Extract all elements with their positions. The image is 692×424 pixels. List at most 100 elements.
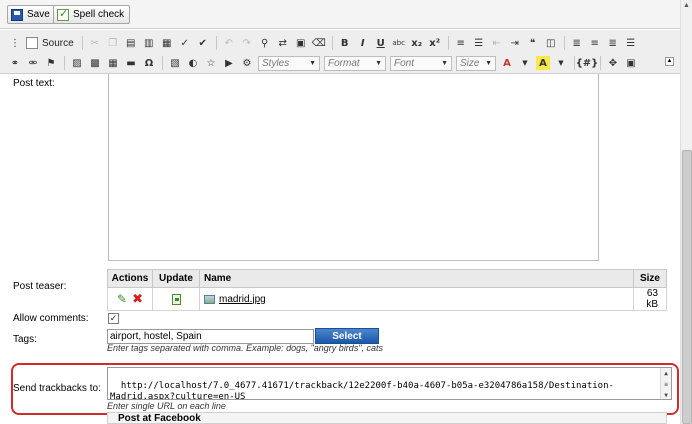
spellcheck-toolbar-icon[interactable]: ✓	[178, 36, 192, 50]
align-left-icon[interactable]: ≣	[570, 36, 584, 50]
chevron-down-icon: ▼	[441, 59, 448, 67]
special-char-icon[interactable]: Ω	[142, 56, 156, 70]
scroll-up-icon[interactable]: ▲	[681, 2, 692, 12]
spell-check-label: Spell check	[73, 9, 125, 20]
justify-icon[interactable]: ☰	[624, 36, 638, 50]
show-blocks-icon[interactable]: ▣	[624, 56, 638, 70]
media-icon[interactable]: ▩	[88, 56, 102, 70]
update-file-icon[interactable]	[171, 293, 181, 305]
text-color-arrow-icon[interactable]: ▼	[518, 56, 532, 70]
scrollbar-thumb[interactable]	[682, 150, 692, 424]
font-dropdown[interactable]: Font ▼	[390, 55, 452, 71]
toolbar-row-1: ⋮ Source ✂ ❐ ▤ ▥ ▦ ✓ ✔ ↶ ↷ ⚲ ⇄ ▣ ⌫ B I U…	[8, 33, 642, 53]
widget-icon[interactable]: ⚙	[240, 56, 254, 70]
edit-icon[interactable]: ✎	[117, 292, 127, 306]
numbered-list-icon[interactable]: ≡	[454, 36, 468, 50]
underline-icon[interactable]: U	[374, 36, 388, 50]
toolbar-separator	[563, 36, 565, 50]
inline-widget-icon[interactable]: ▧	[168, 56, 182, 70]
paste-text-icon[interactable]: ▥	[142, 36, 156, 50]
italic-icon[interactable]: I	[356, 36, 370, 50]
outdent-icon[interactable]: ⇤	[490, 36, 504, 50]
styles-dropdown[interactable]: Styles ▼	[258, 55, 320, 71]
save-button[interactable]: Save	[7, 5, 56, 24]
indent-icon[interactable]: ⇥	[508, 36, 522, 50]
blockquote-icon[interactable]: ❝	[526, 36, 540, 50]
bg-color-arrow-icon[interactable]: ▼	[554, 56, 568, 70]
source-button[interactable]: Source	[26, 37, 74, 49]
column-header-name: Name	[199, 269, 634, 288]
quick-image-icon[interactable]: ◐	[186, 56, 200, 70]
undo-icon[interactable]: ↶	[222, 36, 236, 50]
bulleted-list-icon[interactable]: ☰	[472, 36, 486, 50]
select-tags-button[interactable]: Select	[315, 328, 379, 344]
subscript-icon[interactable]: x₂	[410, 36, 424, 50]
toolbar-row-2: ⚭ ⚮ ⚑ ▨ ▩ ▦ ▬ Ω ▧ ◐ ☆ ▶ ⚙ Styles ▼ Forma…	[8, 53, 642, 73]
trackbacks-textarea[interactable]: http://localhost/7.0_4677.41671/trackbac…	[107, 367, 672, 400]
attachments-table: Actions Update Name Size ✎ ✖ madrid.jpg	[107, 269, 667, 311]
tags-hint: Enter tags separated with comma. Example…	[107, 343, 384, 353]
horizontal-rule-icon[interactable]: ▬	[124, 56, 138, 70]
table-row: ✎ ✖ madrid.jpg 63 kB	[107, 287, 667, 311]
toolbar-separator	[64, 56, 65, 70]
remove-format-icon[interactable]: ⌫	[312, 36, 326, 50]
align-right-icon[interactable]: ≣	[606, 36, 620, 50]
redo-icon[interactable]: ↷	[240, 36, 254, 50]
link-icon[interactable]: ⚭	[8, 56, 22, 70]
smiley-icon[interactable]: ☆	[204, 56, 218, 70]
youtube-icon[interactable]: ▶	[222, 56, 236, 70]
cut-icon[interactable]: ✂	[88, 36, 102, 50]
align-center-icon[interactable]: ≡	[588, 36, 602, 50]
toolbar-separator	[447, 36, 449, 50]
paste-icon[interactable]: ▤	[124, 36, 138, 50]
action-bar: Save Spell check	[0, 0, 680, 29]
page-scrollbar[interactable]: ▲	[680, 0, 692, 424]
textarea-scrollbar[interactable]: ▲ ≡ ▼	[660, 368, 671, 399]
replace-icon[interactable]: ⇄	[276, 36, 290, 50]
paste-word-icon[interactable]: ▦	[160, 36, 174, 50]
image-icon[interactable]: ▨	[70, 56, 84, 70]
strikethrough-icon[interactable]: abc	[392, 36, 406, 50]
find-icon[interactable]: ⚲	[258, 36, 272, 50]
post-teaser-label: Post teaser:	[13, 281, 67, 292]
save-label: Save	[27, 9, 50, 20]
select-all-icon[interactable]: ▣	[294, 36, 308, 50]
tags-input[interactable]: airport, hostel, Spain	[107, 329, 314, 344]
chevron-down-icon: ▼	[309, 59, 316, 67]
collapse-toolbar-icon[interactable]: ▲	[665, 57, 674, 66]
post-text-label: Post text:	[13, 78, 55, 89]
chevron-down-icon: ▼	[485, 59, 492, 67]
spell-check-button[interactable]: Spell check	[53, 5, 131, 24]
copy-icon[interactable]: ❐	[106, 36, 120, 50]
size-dropdown[interactable]: Size ▼	[456, 55, 496, 71]
post-text-editor[interactable]	[108, 74, 599, 261]
allow-comments-checkbox[interactable]: ✓	[108, 313, 119, 324]
allow-comments-label: Allow comments:	[13, 313, 89, 324]
table-icon[interactable]: ▦	[106, 56, 120, 70]
anchor-icon[interactable]: ⚑	[44, 56, 58, 70]
bold-icon[interactable]: B	[338, 36, 352, 50]
source-label: Source	[42, 37, 74, 49]
maximize-icon[interactable]: ✥	[606, 56, 620, 70]
toolbar-grip-icon: ⋮	[10, 37, 20, 49]
macro-icon[interactable]: {#}	[576, 56, 599, 70]
delete-icon[interactable]: ✖	[132, 292, 143, 307]
row-size: 63 kB	[633, 287, 667, 311]
size-dropdown-label: Size	[460, 57, 480, 69]
image-file-icon	[204, 294, 215, 304]
save-icon	[11, 8, 23, 21]
column-header-actions: Actions	[107, 269, 153, 288]
font-dropdown-label: Font	[394, 57, 415, 69]
facebook-section-header[interactable]: Post at Facebook	[107, 412, 667, 424]
format-dropdown[interactable]: Format ▼	[324, 55, 386, 71]
bg-color-icon[interactable]: A	[536, 56, 550, 70]
text-color-icon[interactable]: A	[500, 56, 514, 70]
row-update	[152, 287, 200, 311]
unlink-icon[interactable]: ⚮	[26, 56, 40, 70]
file-link[interactable]: madrid.jpg	[219, 294, 266, 305]
superscript-icon[interactable]: x²	[428, 36, 442, 50]
source-icon	[26, 37, 38, 49]
trackbacks-label: Send trackbacks to:	[13, 383, 101, 394]
creatediv-icon[interactable]: ◫	[544, 36, 558, 50]
scayt-icon[interactable]: ✔	[196, 36, 210, 50]
